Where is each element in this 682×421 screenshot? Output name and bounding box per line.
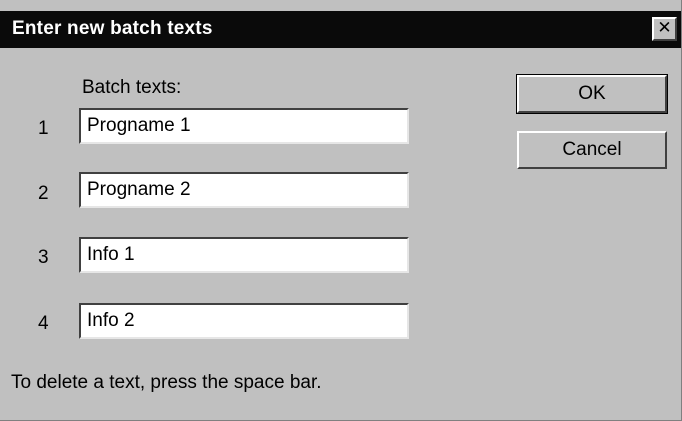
batch-text-field-3[interactable]: [79, 237, 409, 273]
cancel-button[interactable]: Cancel: [517, 131, 667, 169]
ok-button[interactable]: OK: [516, 74, 668, 114]
batch-texts-dialog: Enter new batch texts ✕ Batch texts: 1 2…: [0, 0, 682, 421]
title-bar[interactable]: Enter new batch texts ✕: [0, 11, 681, 48]
close-icon: ✕: [657, 18, 672, 38]
dialog-title: Enter new batch texts: [12, 18, 213, 39]
batch-texts-label: Batch texts:: [82, 77, 182, 98]
batch-text-field-1[interactable]: [79, 108, 409, 144]
close-button[interactable]: ✕: [652, 17, 677, 41]
field-number-4: 4: [38, 313, 49, 334]
batch-text-field-4[interactable]: [79, 303, 409, 339]
batch-text-field-2[interactable]: [79, 172, 409, 208]
field-number-2: 2: [38, 183, 49, 204]
field-number-3: 3: [38, 247, 49, 268]
field-number-1: 1: [38, 118, 49, 139]
hint-text: To delete a text, press the space bar.: [11, 372, 322, 393]
